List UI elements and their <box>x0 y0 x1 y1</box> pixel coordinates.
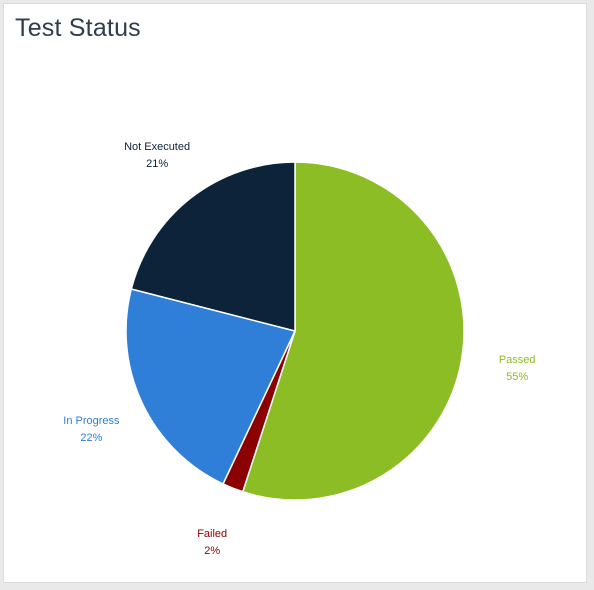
pie-label-percent: 55% <box>506 371 528 383</box>
pie-label-name: Not Executed <box>124 141 190 153</box>
pie-label-name: In Progress <box>63 415 120 427</box>
pie-label-name: Passed <box>499 354 536 366</box>
pie-label-name: Failed <box>197 528 227 540</box>
pie-label-percent: 22% <box>80 432 102 444</box>
pie-chart: Passed 55% Failed 2% In Progress 22% Not Execu… <box>63 141 536 557</box>
pie-label-percent: 21% <box>146 158 168 170</box>
pie-label-percent: 2% <box>204 545 220 557</box>
pie-slices <box>125 161 465 501</box>
